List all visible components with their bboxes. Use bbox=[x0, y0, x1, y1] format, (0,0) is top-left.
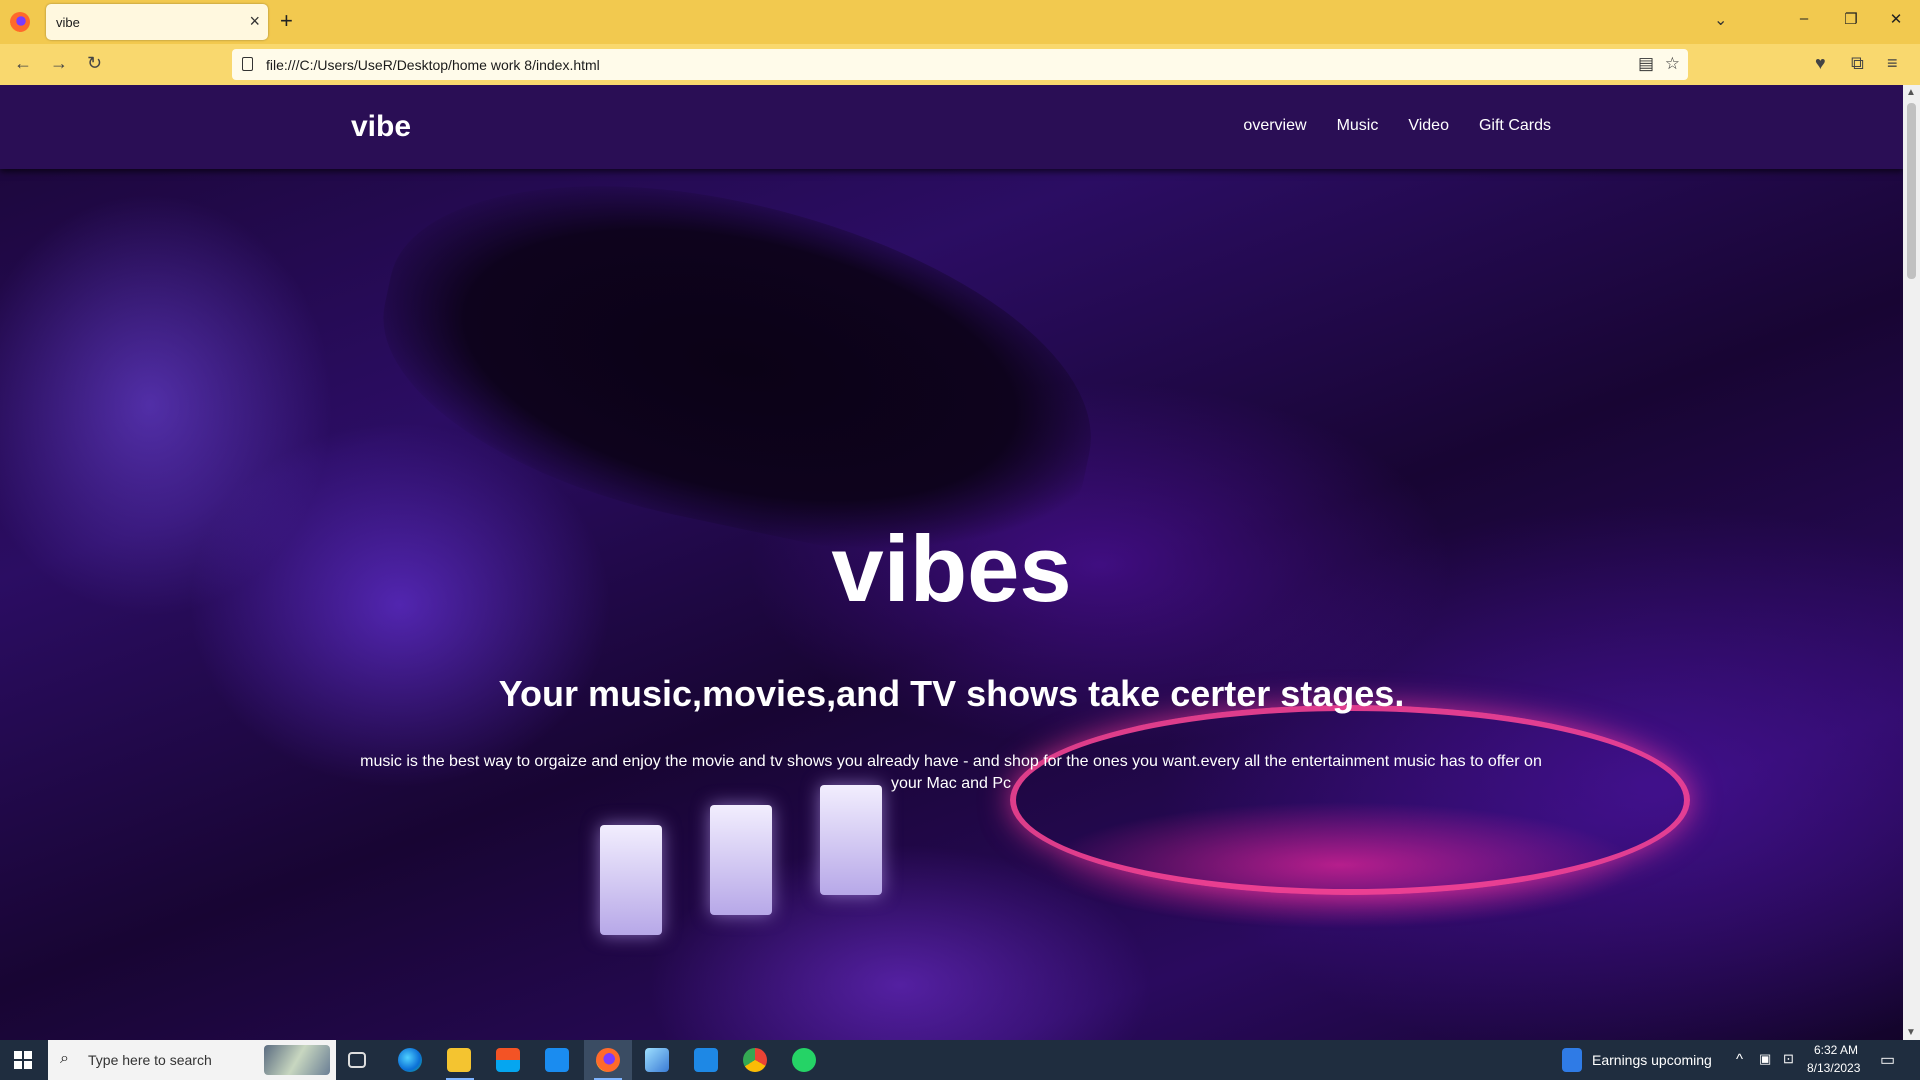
new-tab-button[interactable]: + bbox=[280, 8, 293, 34]
search-highlight-image bbox=[264, 1045, 330, 1075]
microsoft-store-icon[interactable] bbox=[496, 1048, 520, 1072]
site-logo[interactable]: vibe bbox=[351, 110, 411, 144]
nav-video[interactable]: Video bbox=[1408, 117, 1449, 135]
meet-now-icon[interactable]: ▣ bbox=[1759, 1051, 1771, 1067]
address-bar[interactable]: file:///C:/Users/UseR/Desktop/home work … bbox=[232, 49, 1688, 80]
notepad-icon[interactable] bbox=[645, 1048, 669, 1072]
forward-arrow-icon[interactable]: → bbox=[50, 52, 68, 74]
tab-title: vibe bbox=[56, 15, 80, 30]
task-view-icon[interactable] bbox=[348, 1052, 366, 1068]
file-explorer-icon[interactable] bbox=[447, 1048, 471, 1072]
vscode-icon[interactable] bbox=[694, 1048, 718, 1072]
fader-knob bbox=[820, 785, 882, 895]
tab-vibe[interactable]: vibe × bbox=[46, 4, 268, 40]
bookmark-star-icon[interactable]: ☆ bbox=[1665, 54, 1680, 74]
page-icon bbox=[242, 57, 253, 71]
firefox-icon bbox=[10, 12, 30, 32]
hero-title: vibes bbox=[831, 516, 1072, 621]
back-arrow-icon[interactable]: ← bbox=[14, 52, 32, 74]
hero-description: music is the best way to orgaize and enj… bbox=[360, 753, 1542, 792]
chevron-down-icon[interactable]: ⌄ bbox=[1714, 10, 1727, 30]
scroll-up-icon[interactable]: ▲ bbox=[1906, 87, 1916, 98]
hamburger-menu-icon[interactable]: ≡ bbox=[1887, 52, 1898, 74]
clock-date[interactable]: 8/13/2023 bbox=[1807, 1061, 1860, 1075]
clock-time[interactable]: 6:32 AM bbox=[1814, 1043, 1858, 1057]
mail-icon[interactable] bbox=[545, 1048, 569, 1072]
site-nav: overview Music Video Gift Cards bbox=[1243, 117, 1551, 135]
window-close-button[interactable]: ✕ bbox=[1886, 10, 1906, 28]
hero-background-faders bbox=[600, 785, 930, 935]
close-icon[interactable]: × bbox=[249, 10, 260, 32]
edge-icon[interactable] bbox=[398, 1048, 422, 1072]
network-icon[interactable]: ⊡ bbox=[1783, 1051, 1794, 1067]
hero-background-turntable bbox=[1010, 705, 1690, 895]
reader-view-icon[interactable]: ▤ bbox=[1638, 54, 1654, 74]
browser-tab-strip: vibe × + ⌄ – ❐ ✕ bbox=[0, 0, 1920, 44]
windows-start-icon[interactable] bbox=[14, 1051, 32, 1069]
restore-button[interactable]: ❐ bbox=[1841, 10, 1861, 28]
whatsapp-icon[interactable] bbox=[792, 1048, 816, 1072]
news-widget-label[interactable]: Earnings upcoming bbox=[1592, 1052, 1712, 1068]
notification-center-icon[interactable]: ▭ bbox=[1880, 1050, 1895, 1070]
tray-chevron-icon[interactable]: ^ bbox=[1736, 1051, 1743, 1068]
browser-toolbar: ← → ↻ file:///C:/Users/UseR/Desktop/home… bbox=[0, 44, 1920, 85]
pocket-icon[interactable]: ♥ bbox=[1815, 52, 1826, 74]
news-widget-icon[interactable] bbox=[1562, 1048, 1582, 1072]
firefox-taskbar-icon[interactable] bbox=[596, 1048, 620, 1072]
chrome-icon[interactable] bbox=[743, 1048, 767, 1072]
nav-music[interactable]: Music bbox=[1337, 117, 1379, 135]
url-text[interactable]: file:///C:/Users/UseR/Desktop/home work … bbox=[266, 57, 600, 73]
scroll-down-icon[interactable]: ▼ bbox=[1906, 1027, 1916, 1038]
nav-gift-cards[interactable]: Gift Cards bbox=[1479, 117, 1551, 135]
hero-subtitle: Your music,movies,and TV shows take cert… bbox=[498, 673, 1405, 714]
extensions-icon[interactable]: ⧉ bbox=[1851, 52, 1864, 74]
taskbar-search-box[interactable]: ⌕ Type here to search bbox=[48, 1040, 336, 1080]
page-scrollbar[interactable]: ▲ ▼ bbox=[1903, 85, 1920, 1040]
fader-knob bbox=[600, 825, 662, 935]
windows-taskbar: ⌕ Type here to search Earnings upcoming … bbox=[0, 1040, 1920, 1080]
minimize-button[interactable]: – bbox=[1794, 10, 1814, 27]
search-icon: ⌕ bbox=[60, 1050, 69, 1067]
search-placeholder: Type here to search bbox=[88, 1052, 212, 1068]
reload-icon[interactable]: ↻ bbox=[87, 52, 102, 74]
scrollbar-thumb[interactable] bbox=[1907, 103, 1916, 279]
site-header: vibe overview Music Video Gift Cards bbox=[0, 85, 1903, 169]
page-viewport: vibe overview Music Video Gift Cards vib… bbox=[0, 85, 1903, 1040]
nav-overview[interactable]: overview bbox=[1243, 117, 1306, 135]
fader-knob bbox=[710, 805, 772, 915]
